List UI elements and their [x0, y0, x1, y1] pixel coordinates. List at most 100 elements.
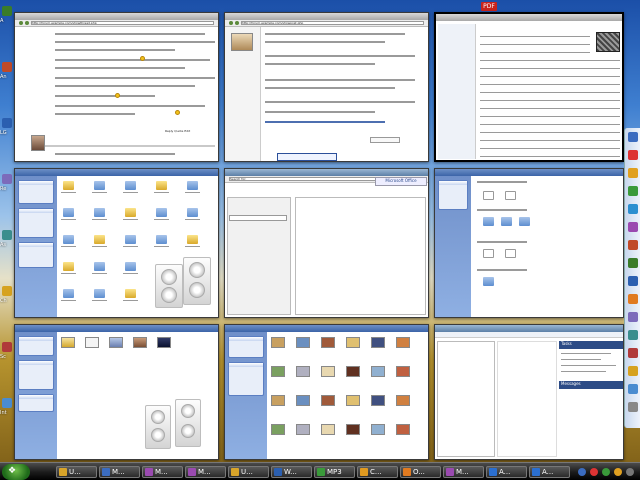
photo-thumbnail[interactable]: [346, 424, 360, 435]
dock-app-icon[interactable]: [628, 168, 638, 178]
tray-icon[interactable]: [590, 468, 598, 476]
item-icon[interactable]: [505, 249, 516, 258]
item-icon[interactable]: [483, 217, 494, 226]
folder-icon[interactable]: [94, 181, 105, 190]
photo-thumbnail[interactable]: [296, 366, 310, 377]
photo-thumbnail[interactable]: [321, 424, 335, 435]
url-field[interactable]: http://forum.example.com/showpost.php: [241, 21, 424, 25]
folder-icon[interactable]: [63, 208, 74, 217]
folder-icon[interactable]: [125, 235, 136, 244]
folder-icon[interactable]: [187, 181, 198, 190]
photo-thumbnail[interactable]: [371, 337, 385, 348]
window-titlebar[interactable]: [225, 169, 428, 176]
window-forum-post[interactable]: http://forum.example.com/showpost.php: [224, 12, 429, 162]
url-field[interactable]: http://forum.example.com/showthread.php: [31, 21, 214, 25]
task-box[interactable]: [18, 180, 54, 204]
folder-icon[interactable]: [187, 208, 198, 217]
taskbar-button[interactable]: O...: [400, 466, 441, 478]
dock-app-icon[interactable]: [628, 366, 638, 376]
task-box[interactable]: [18, 394, 54, 412]
photo-thumbnail[interactable]: [296, 395, 310, 406]
taskbar-button[interactable]: U...: [56, 466, 97, 478]
window-table-app[interactable]: [434, 12, 624, 162]
tray-icon[interactable]: [614, 468, 622, 476]
tray-icon[interactable]: [578, 468, 586, 476]
photo-thumbnail[interactable]: [346, 337, 360, 348]
photo-thumbnail[interactable]: [321, 337, 335, 348]
folder-icon[interactable]: [94, 208, 105, 217]
photo-thumbnail[interactable]: [271, 395, 285, 406]
photo-thumbnail[interactable]: [296, 337, 310, 348]
photo-thumbnail[interactable]: [109, 337, 123, 348]
photo-thumbnail[interactable]: [346, 366, 360, 377]
task-box[interactable]: [18, 336, 54, 356]
item-icon[interactable]: [519, 217, 530, 226]
folder-icon[interactable]: [94, 289, 105, 298]
window-admin[interactable]: Tasks Messages: [434, 324, 624, 460]
taskbar-button[interactable]: A...: [486, 466, 527, 478]
window-control-panel[interactable]: [434, 168, 624, 318]
folder-icon[interactable]: [63, 235, 74, 244]
folder-icon[interactable]: [156, 235, 167, 244]
desktop-shortcut-icon[interactable]: [2, 62, 12, 72]
task-box[interactable]: [228, 362, 264, 396]
taskbar-button[interactable]: A...: [529, 466, 570, 478]
taskbar-button[interactable]: W...: [271, 466, 312, 478]
desktop-shortcut-icon[interactable]: [2, 286, 12, 296]
taskbar-button[interactable]: M...: [142, 466, 183, 478]
folder-icon[interactable]: [156, 181, 167, 190]
desktop-shortcut-icon[interactable]: [2, 230, 12, 240]
photo-thumbnail[interactable]: [396, 395, 410, 406]
folder-icon[interactable]: [63, 289, 74, 298]
toolbar[interactable]: [435, 332, 623, 338]
taskbar-button[interactable]: U...: [228, 466, 269, 478]
dock-app-icon[interactable]: [628, 312, 638, 322]
folder-icon[interactable]: [125, 208, 136, 217]
tray-icon[interactable]: [602, 468, 610, 476]
window-forum-thread[interactable]: http://forum.example.com/showthread.php …: [14, 12, 219, 162]
dock-app-icon[interactable]: [628, 402, 638, 412]
address-bar[interactable]: http://forum.example.com/showpost.php: [225, 20, 428, 27]
dock-app-icon[interactable]: [628, 276, 638, 286]
photo-thumbnail[interactable]: [85, 337, 99, 348]
folder-icon[interactable]: [187, 235, 198, 244]
desktop-shortcut-icon[interactable]: [2, 342, 12, 352]
photo-thumbnail[interactable]: [157, 337, 171, 348]
window-titlebar[interactable]: [15, 325, 218, 332]
window-explorer-icons[interactable]: [14, 168, 219, 318]
tree-panel[interactable]: [438, 24, 476, 159]
window-titlebar[interactable]: [435, 169, 623, 176]
taskbar-button[interactable]: M...: [185, 466, 226, 478]
folder-icon[interactable]: [125, 289, 136, 298]
taskbar-button[interactable]: M...: [443, 466, 484, 478]
item-icon[interactable]: [505, 191, 516, 200]
task-box[interactable]: [228, 336, 264, 358]
dock-app-icon[interactable]: [628, 330, 638, 340]
item-icon[interactable]: [501, 217, 512, 226]
link-line[interactable]: [265, 121, 385, 123]
folder-icon[interactable]: [63, 262, 74, 271]
address-bar[interactable]: http://forum.example.com/showthread.php: [15, 20, 218, 27]
photo-thumbnail[interactable]: [396, 337, 410, 348]
window-titlebar[interactable]: [225, 325, 428, 332]
folder-icon[interactable]: [156, 208, 167, 217]
forward-icon[interactable]: [235, 21, 239, 25]
taskbar-button[interactable]: MP3: [314, 466, 355, 478]
dock-app-icon[interactable]: [628, 222, 638, 232]
window-titlebar[interactable]: [225, 13, 428, 20]
pdf-icon[interactable]: PDF: [481, 2, 497, 11]
search-input[interactable]: [370, 137, 400, 143]
window-sample-pictures[interactable]: [224, 324, 429, 460]
dock-app-icon[interactable]: [628, 384, 638, 394]
window-titlebar[interactable]: [15, 13, 218, 20]
tray-icon[interactable]: [626, 468, 634, 476]
photo-thumbnail[interactable]: [271, 337, 285, 348]
search-input[interactable]: [229, 215, 287, 221]
window-titlebar[interactable]: [435, 325, 623, 332]
photo-thumbnail[interactable]: [133, 337, 147, 348]
dock-app-icon[interactable]: [628, 204, 638, 214]
desktop-shortcut-icon[interactable]: [2, 6, 12, 16]
post-actions[interactable]: Reply Quote Edit: [165, 129, 190, 133]
folder-icon[interactable]: [125, 262, 136, 271]
photo-thumbnail[interactable]: [371, 395, 385, 406]
